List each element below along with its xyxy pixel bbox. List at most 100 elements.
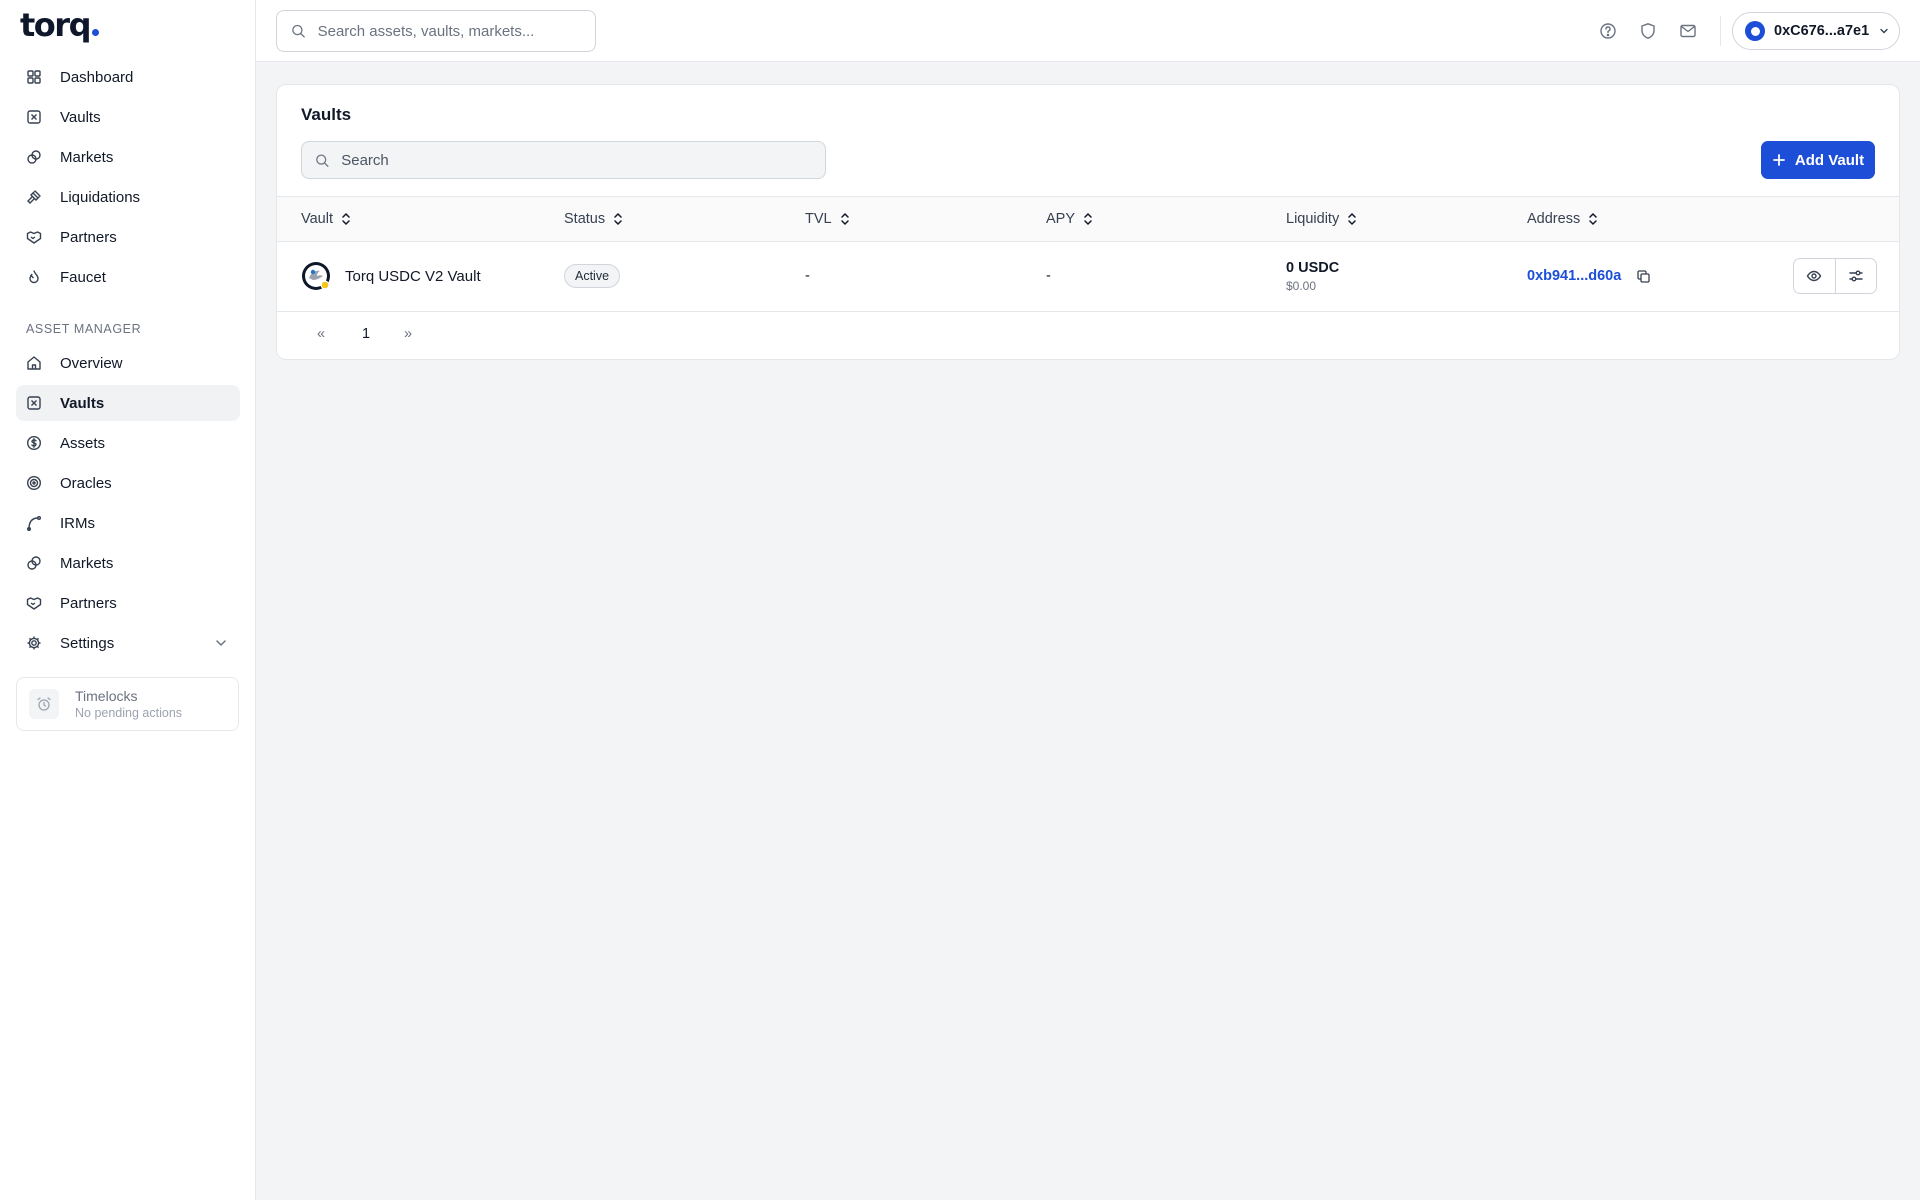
alarm-clock-icon	[29, 689, 59, 719]
main-nav: Dashboard Vaults Markets Liquidations Pa…	[16, 59, 240, 299]
column-label: APY	[1046, 211, 1076, 227]
droplet-icon	[29, 270, 39, 284]
sidebar-item-label: Partners	[60, 594, 117, 612]
sidebar-item-faucet[interactable]: Faucet	[16, 259, 240, 295]
sidebar-item-vaults-active[interactable]: Vaults	[16, 385, 240, 421]
header-divider	[1720, 16, 1721, 46]
vault-address-link[interactable]: 0xb941...d60a	[1527, 268, 1621, 284]
pagination: « 1 »	[277, 312, 1899, 359]
view-vault-button[interactable]	[1794, 259, 1835, 293]
sidebar-item-partners[interactable]: Partners	[16, 219, 240, 255]
logo-dot	[91, 29, 99, 36]
sidebar-item-liquidations[interactable]: Liquidations	[16, 179, 240, 215]
search-icon	[316, 154, 329, 167]
page-title: Vaults	[301, 105, 352, 124]
dashboard-grid-icon	[27, 70, 41, 84]
wallet-address: 0xC676...a7e1	[1774, 23, 1870, 39]
sidebar-item-markets-manager[interactable]: Markets	[16, 545, 240, 581]
column-header-liquidity[interactable]: Liquidity	[1286, 197, 1358, 241]
sidebar-item-label: Dashboard	[60, 68, 134, 86]
prev-page-button[interactable]: «	[317, 326, 325, 342]
gavel-icon	[27, 190, 41, 204]
sidebar-item-markets[interactable]: Markets	[16, 139, 240, 175]
torq-logo[interactable]: torq	[20, 6, 99, 44]
search-icon	[292, 24, 305, 38]
column-header-vault[interactable]: Vault	[301, 197, 352, 241]
sidebar-item-label: Assets	[60, 434, 106, 452]
liquidity-usd: $0.00	[1286, 278, 1317, 293]
sidebar-item-assets[interactable]: Assets	[16, 425, 240, 461]
sidebar-item-partners-manager[interactable]: Partners	[16, 585, 240, 621]
global-search-input[interactable]	[317, 22, 595, 40]
target-icon	[26, 475, 42, 491]
help-circle-icon[interactable]	[1599, 22, 1617, 40]
dollar-circle-icon	[26, 435, 42, 451]
sidebar-item-label: Markets	[60, 554, 114, 572]
liquidity-amount: 0 USDC	[1286, 259, 1340, 276]
sidebar-item-oracles[interactable]: Oracles	[16, 465, 240, 501]
timelocks-subtitle: No pending actions	[75, 706, 183, 720]
liquidity-cell: 0 USDC $0.00	[1286, 242, 1339, 310]
sidebar-item-vaults[interactable]: Vaults	[16, 99, 240, 135]
gear-icon	[27, 636, 41, 650]
sidebar-item-label: Overview	[60, 354, 123, 372]
sidebar-item-label: Markets	[60, 148, 114, 166]
eye-icon	[1806, 270, 1822, 282]
sidebar-item-label: IRMs	[60, 514, 95, 532]
handshake-icon	[26, 597, 42, 610]
home-icon	[27, 356, 41, 370]
column-header-apy[interactable]: APY	[1046, 197, 1094, 241]
global-search-box[interactable]	[276, 10, 596, 52]
column-header-status[interactable]: Status	[564, 197, 624, 241]
chevron-down-icon[interactable]	[214, 636, 228, 650]
wallet-avatar	[1745, 21, 1765, 41]
next-page-button[interactable]: »	[404, 326, 412, 342]
table-row[interactable]: Torq USDC V2 Vault Active - - 0 USDC $0.…	[277, 242, 1899, 312]
vault-name[interactable]: Torq USDC V2 Vault	[345, 268, 481, 285]
sidebar-item-label: Faucet	[60, 268, 106, 286]
sidebar-item-label: Vaults	[60, 108, 101, 126]
add-vault-button[interactable]: Add Vault	[1761, 141, 1875, 179]
vault-settings-button[interactable]	[1834, 259, 1877, 293]
column-header-tvl[interactable]: TVL	[805, 197, 851, 241]
sidebar-item-settings[interactable]: Settings	[16, 625, 240, 661]
vault-icon	[27, 396, 41, 410]
chevron-down-icon	[1880, 28, 1888, 34]
sidebar-item-overview[interactable]: Overview	[16, 345, 240, 381]
mail-icon[interactable]	[1679, 22, 1697, 40]
add-vault-label: Add Vault	[1794, 151, 1865, 169]
row-actions	[1793, 258, 1877, 294]
column-label: Status	[564, 211, 606, 227]
sliders-icon	[1849, 270, 1863, 282]
vault-cell: Torq USDC V2 Vault	[301, 242, 481, 310]
logo-text: torq	[20, 6, 91, 44]
sidebar-item-label: Oracles	[60, 474, 112, 492]
handshake-icon	[26, 231, 42, 244]
copy-icon[interactable]	[1636, 269, 1651, 284]
column-label: Address	[1527, 211, 1581, 227]
sort-icon	[1084, 212, 1092, 226]
timelocks-panel[interactable]: Timelocks No pending actions	[16, 677, 239, 731]
tvl-cell: -	[805, 268, 810, 284]
timelocks-title: Timelocks	[75, 688, 138, 704]
asset-manager-section-label: ASSET MANAGER	[26, 322, 142, 336]
status-badge: Active	[564, 264, 621, 288]
usdc-vault-token-icon	[302, 262, 330, 290]
sort-icon	[840, 212, 849, 226]
sort-icon	[614, 212, 622, 226]
vaults-card: Vaults Add Vault Vault Status TVL APY Li…	[276, 84, 1900, 360]
wallet-button[interactable]: 0xC676...a7e1	[1732, 12, 1900, 50]
shield-icon[interactable]	[1639, 22, 1657, 40]
apy-cell: -	[1046, 268, 1051, 284]
vault-search-box[interactable]	[301, 141, 826, 179]
sidebar-item-irms[interactable]: IRMs	[16, 505, 240, 541]
page-number-1[interactable]: 1	[362, 326, 370, 342]
status-cell: Active	[564, 242, 621, 310]
sidebar: torq Dashboard Vaults Markets Liquidatio…	[0, 0, 256, 1200]
column-header-address[interactable]: Address	[1527, 197, 1599, 241]
plus-icon	[1773, 154, 1785, 166]
sidebar-item-dashboard[interactable]: Dashboard	[16, 59, 240, 95]
sort-icon	[342, 212, 350, 226]
vault-search-input[interactable]	[341, 151, 825, 169]
sort-icon	[1589, 212, 1597, 226]
